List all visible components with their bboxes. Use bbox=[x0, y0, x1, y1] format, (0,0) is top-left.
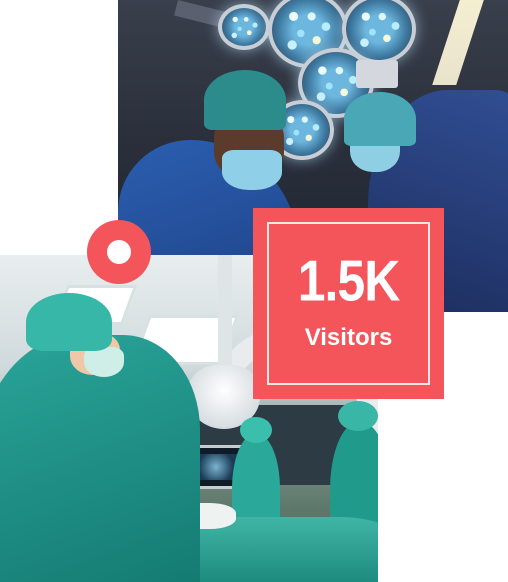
ring-hole bbox=[107, 240, 131, 264]
surgeon-cap bbox=[204, 70, 286, 130]
surgical-lamp bbox=[218, 4, 270, 50]
lamp-control-panel bbox=[356, 60, 398, 88]
stat-value: 1.5K bbox=[297, 248, 401, 313]
visitors-stat-card: 1.5K Visitors bbox=[253, 208, 444, 399]
staff-cap bbox=[240, 417, 272, 443]
surgeon-cap bbox=[26, 293, 112, 351]
ring-icon bbox=[87, 220, 151, 284]
ceiling-light bbox=[432, 0, 484, 85]
surgeon-mask bbox=[84, 347, 124, 377]
stat-label: Visitors bbox=[304, 323, 393, 351]
surgeon-cap bbox=[344, 92, 416, 146]
lamp-pole bbox=[218, 255, 232, 373]
surgeon-mask bbox=[222, 150, 282, 190]
staff-cap bbox=[338, 401, 378, 431]
about-visual-section: 1.5K Visitors bbox=[0, 0, 508, 582]
stat-card-frame: 1.5K Visitors bbox=[267, 222, 430, 385]
